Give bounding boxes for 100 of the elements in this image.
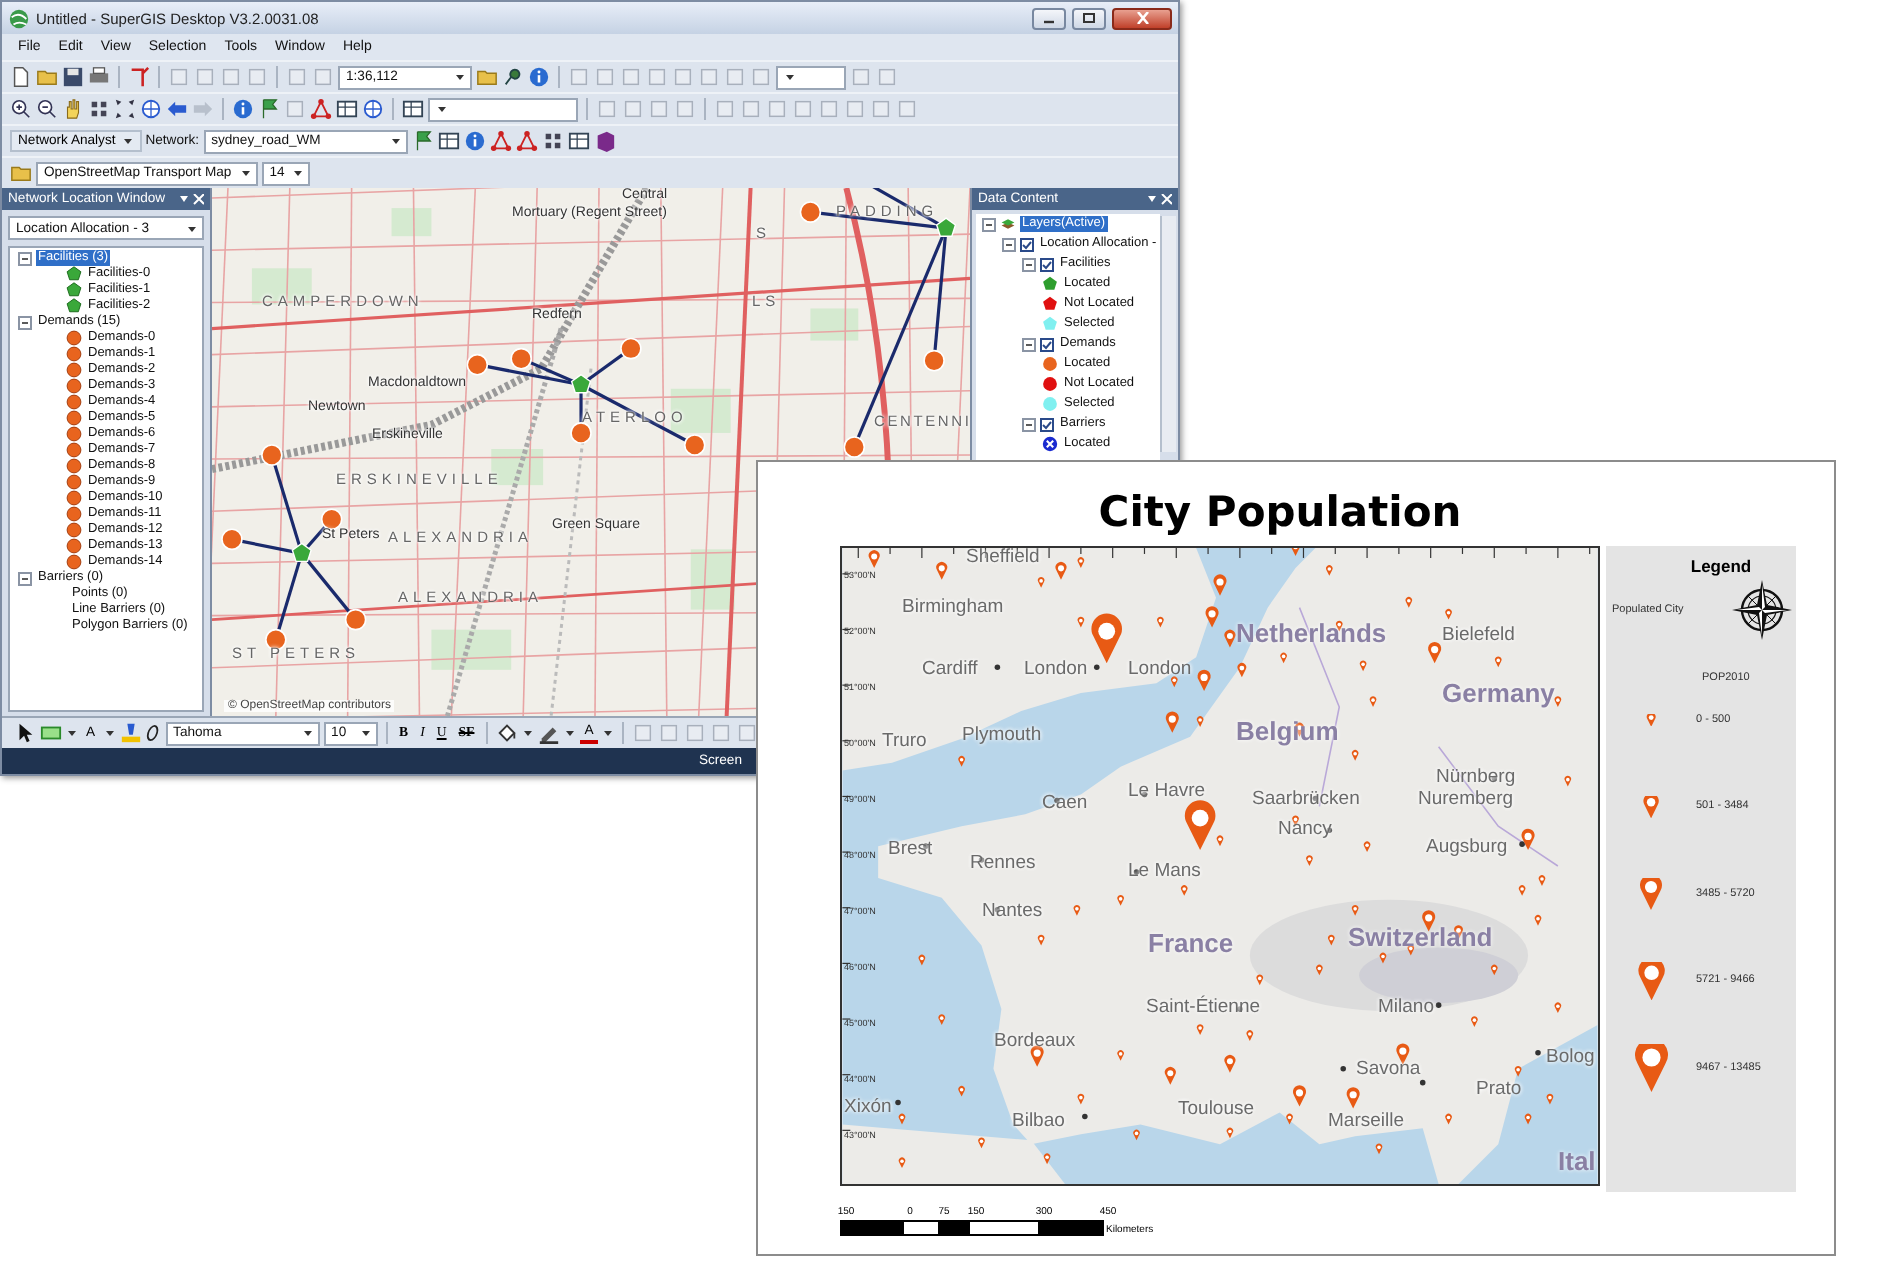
app-logo-icon bbox=[8, 7, 30, 29]
city-label: Brest bbox=[888, 838, 933, 860]
city-label: Xixón bbox=[844, 1096, 892, 1118]
city-label: Saint-Étienne bbox=[1146, 996, 1261, 1018]
city-label: Milano bbox=[1378, 996, 1434, 1018]
city-label: Le Mans bbox=[1128, 860, 1201, 882]
maximize-button[interactable] bbox=[1072, 7, 1106, 29]
city-label: Savona bbox=[1356, 1058, 1421, 1080]
city-label: Bielefeld bbox=[1442, 624, 1515, 646]
checkbox[interactable] bbox=[1020, 237, 1034, 251]
maximize-icon bbox=[1082, 12, 1096, 24]
city-label: Bordeaux bbox=[994, 1030, 1076, 1052]
caret-icon bbox=[103, 728, 116, 738]
caret-icon bbox=[121, 136, 134, 146]
save-icon[interactable] bbox=[62, 66, 84, 88]
country-label: Switzerland bbox=[1348, 922, 1493, 952]
scrollbar[interactable] bbox=[1160, 216, 1176, 452]
caret-icon bbox=[454, 72, 466, 82]
table-icon[interactable] bbox=[437, 130, 460, 152]
zoom-in-icon[interactable] bbox=[10, 98, 32, 120]
city-label: Nantes bbox=[982, 900, 1043, 922]
node-network-icon[interactable] bbox=[515, 130, 538, 152]
zoom-out-icon[interactable] bbox=[36, 98, 58, 120]
folder-icon[interactable] bbox=[10, 162, 32, 184]
new-file-icon[interactable] bbox=[10, 66, 32, 88]
close-icon bbox=[1135, 12, 1149, 24]
node-network-icon[interactable] bbox=[310, 98, 332, 120]
pencil-icon[interactable] bbox=[538, 722, 561, 744]
back-arrow-icon[interactable] bbox=[166, 98, 188, 120]
checkbox[interactable] bbox=[1040, 257, 1054, 271]
minus-box-icon[interactable] bbox=[18, 315, 32, 329]
city-label: Bilbao bbox=[1012, 1110, 1065, 1132]
globe-icon[interactable] bbox=[362, 98, 384, 120]
info-icon[interactable] bbox=[232, 98, 254, 120]
caret-icon bbox=[292, 168, 305, 178]
city-label: Plymouth bbox=[962, 724, 1042, 746]
city-label: Prato bbox=[1476, 1078, 1522, 1100]
minus-box-icon[interactable] bbox=[1022, 337, 1036, 351]
info-icon[interactable] bbox=[528, 66, 550, 88]
pin-close-icon[interactable] bbox=[180, 193, 204, 205]
caret-icon bbox=[784, 72, 796, 82]
tool-icon[interactable] bbox=[735, 722, 758, 744]
city-label: Truro bbox=[882, 730, 927, 752]
city-label: Rennes bbox=[970, 852, 1036, 874]
map-pin-icon bbox=[1641, 795, 1661, 818]
minus-box-icon[interactable] bbox=[1002, 237, 1016, 251]
checkbox[interactable] bbox=[1040, 337, 1054, 351]
legend-title: Legend bbox=[1688, 556, 1754, 576]
city-label: Nürnberg bbox=[1436, 766, 1516, 788]
close-button[interactable] bbox=[1112, 7, 1172, 29]
table-icon[interactable] bbox=[567, 130, 590, 152]
flag-icon[interactable] bbox=[411, 130, 434, 152]
folder-icon[interactable] bbox=[36, 66, 58, 88]
minus-box-icon[interactable] bbox=[18, 251, 32, 265]
country-label: Ital bbox=[1558, 1146, 1596, 1176]
city-label: Augsburg bbox=[1426, 836, 1508, 858]
city-label: Caen bbox=[1042, 792, 1088, 814]
node-network-icon[interactable] bbox=[489, 130, 512, 152]
flag-icon[interactable] bbox=[258, 98, 280, 120]
table-icon[interactable] bbox=[336, 98, 358, 120]
country-label: France bbox=[1148, 928, 1234, 958]
minus-box-icon[interactable] bbox=[1022, 417, 1036, 431]
printer-icon[interactable] bbox=[88, 66, 110, 88]
city-label: Bolog bbox=[1546, 1046, 1595, 1068]
caret-icon bbox=[301, 728, 314, 738]
city-label: Marseille bbox=[1328, 1110, 1405, 1132]
checkbox[interactable] bbox=[1040, 417, 1054, 431]
pin-close-icon[interactable] bbox=[1148, 193, 1172, 205]
globe-icon[interactable] bbox=[140, 98, 162, 120]
minimize-button[interactable] bbox=[1032, 7, 1066, 29]
font-type-icon bbox=[145, 724, 162, 742]
minus-box-icon[interactable] bbox=[982, 217, 996, 231]
compass-rose-icon bbox=[1732, 580, 1792, 640]
caret-icon bbox=[186, 223, 198, 233]
map-pin-icon bbox=[1638, 877, 1664, 910]
minus-box-icon[interactable] bbox=[1022, 257, 1036, 271]
map-title: City Population bbox=[1096, 486, 1464, 540]
caret-icon bbox=[359, 728, 372, 738]
dropdown-field[interactable] bbox=[776, 65, 846, 89]
dropdown-field[interactable] bbox=[428, 97, 578, 121]
full-extent-icon[interactable] bbox=[114, 98, 136, 120]
highlighter-icon[interactable] bbox=[119, 722, 142, 744]
caret-icon bbox=[389, 136, 402, 146]
city-label: London bbox=[1128, 658, 1192, 680]
city-label: London bbox=[1024, 658, 1088, 680]
city-label: Saarbrücken bbox=[1252, 788, 1360, 810]
info-icon[interactable] bbox=[463, 130, 486, 152]
table-icon[interactable] bbox=[402, 98, 424, 120]
help-pin-icon[interactable] bbox=[502, 66, 524, 88]
bent-arrow-icon[interactable] bbox=[128, 66, 150, 88]
paint-bucket-icon[interactable] bbox=[496, 722, 519, 744]
grid-icon[interactable] bbox=[88, 98, 110, 120]
caret-icon bbox=[66, 728, 78, 738]
caret-icon bbox=[522, 728, 535, 738]
grid-icon[interactable] bbox=[541, 130, 564, 152]
hand-icon[interactable] bbox=[62, 98, 84, 120]
city-label: Birmingham bbox=[902, 596, 1004, 618]
cursor-arrow-icon[interactable] bbox=[14, 722, 36, 744]
city-label: Nancy bbox=[1278, 818, 1332, 840]
minus-box-icon[interactable] bbox=[18, 571, 32, 585]
